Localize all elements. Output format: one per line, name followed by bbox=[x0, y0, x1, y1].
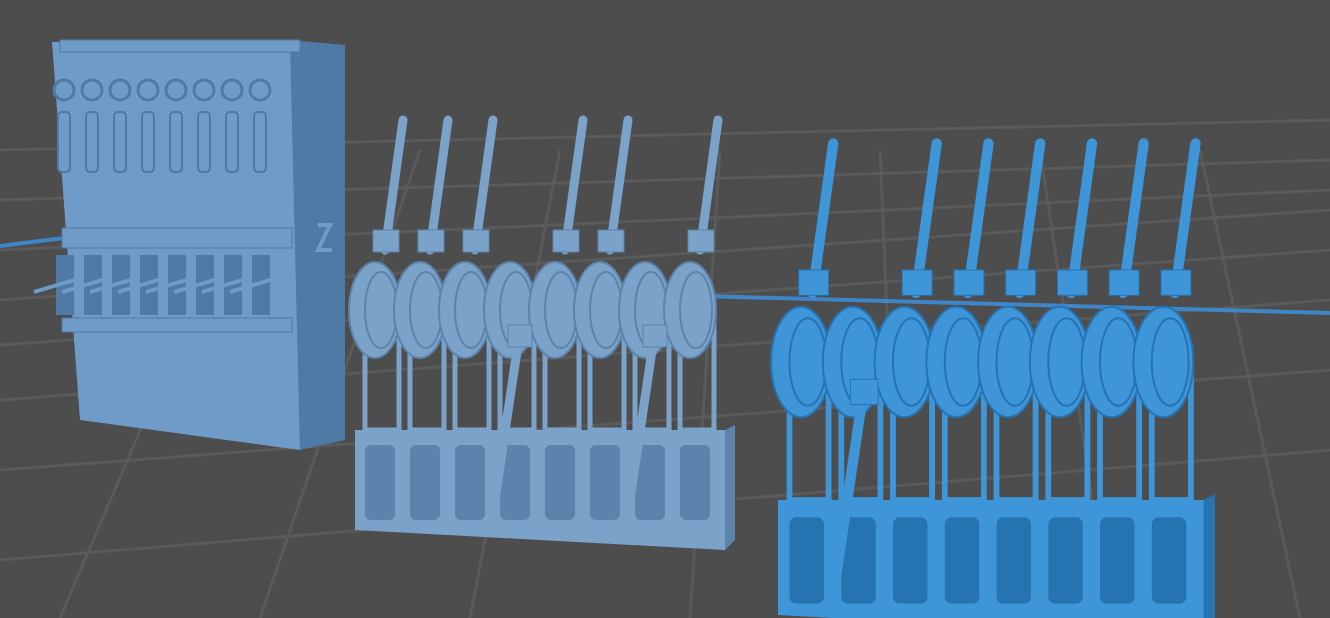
base-slot bbox=[944, 517, 980, 604]
base-slot bbox=[455, 445, 485, 520]
3d-viewport[interactable] bbox=[0, 0, 1330, 618]
lever-latch bbox=[1160, 269, 1192, 296]
wheel bbox=[1132, 305, 1195, 419]
slot-plate bbox=[113, 111, 127, 173]
build-plate-scene[interactable] bbox=[0, 0, 1330, 618]
housing-lower-band bbox=[61, 317, 293, 333]
slot-plate bbox=[197, 111, 211, 173]
lever-latch bbox=[507, 324, 533, 348]
lever-latch bbox=[597, 229, 625, 253]
lever-latch bbox=[417, 229, 445, 253]
lever-latch bbox=[953, 269, 985, 296]
base-slot bbox=[1151, 517, 1187, 604]
frame-base-side bbox=[1203, 494, 1215, 618]
base-slot bbox=[410, 445, 440, 520]
lever-latch bbox=[901, 269, 933, 296]
lever-latch bbox=[642, 324, 668, 348]
base-slot bbox=[680, 445, 710, 520]
base-slot bbox=[365, 445, 395, 520]
base-slot bbox=[590, 445, 620, 520]
model-block[interactable] bbox=[33, 39, 345, 450]
lever-latch bbox=[687, 229, 715, 253]
model-lever-assembly-blue[interactable] bbox=[770, 138, 1215, 618]
base-slot bbox=[893, 517, 928, 604]
housing-mid-band bbox=[61, 227, 293, 249]
housing-top-rail bbox=[59, 39, 301, 53]
lever-latch bbox=[1057, 269, 1088, 296]
slot-plate bbox=[225, 111, 239, 173]
lever-latch bbox=[1108, 269, 1140, 296]
wheel bbox=[663, 261, 717, 359]
base-slot bbox=[789, 517, 824, 604]
slot-plate bbox=[141, 111, 155, 173]
slot-plate bbox=[253, 111, 267, 173]
slot-plate bbox=[57, 111, 71, 173]
slot-plate bbox=[169, 111, 183, 173]
frame-base-side bbox=[725, 425, 735, 550]
lever-latch bbox=[372, 229, 400, 253]
lever-latch bbox=[798, 269, 830, 296]
base-slot bbox=[1048, 517, 1083, 604]
slot-plate bbox=[85, 111, 99, 173]
lever-latch bbox=[1005, 269, 1037, 296]
base-slot bbox=[1100, 517, 1135, 604]
lever-latch bbox=[552, 229, 580, 253]
base-slot bbox=[545, 445, 575, 520]
base-slot bbox=[996, 517, 1031, 604]
lever-latch bbox=[850, 378, 879, 406]
lever-latch bbox=[462, 229, 490, 253]
